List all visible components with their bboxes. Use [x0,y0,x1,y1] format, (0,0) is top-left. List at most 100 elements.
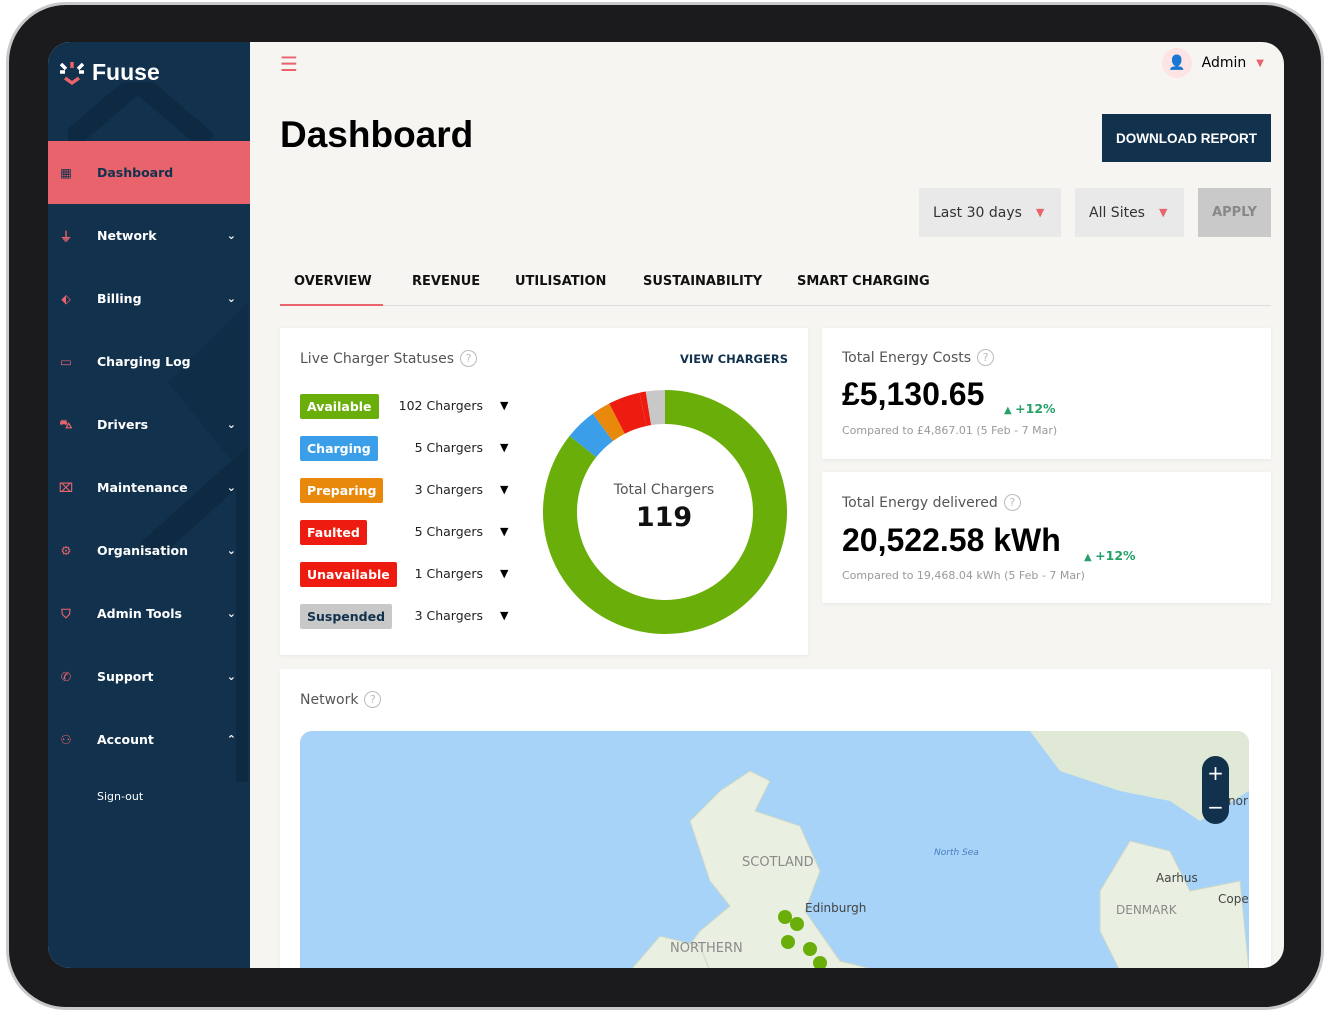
tab-overview[interactable]: OVERVIEW [280,268,383,306]
comparison-text: Compared to £4,867.01 (5 Feb - 7 Mar) [842,424,1058,437]
status-count: 102 Chargers [398,398,483,413]
expand-caret-icon[interactable]: ▼ [500,399,508,412]
donut-segment-unavailable[interactable] [639,391,652,426]
ticket-icon: ⌧ [58,480,74,495]
view-chargers-link[interactable]: VIEW CHARGERS [680,352,788,366]
tab-smart-charging[interactable]: SMART CHARGING [787,268,947,306]
arrow-up-icon: ▲ [1004,405,1016,416]
sidebar-item-label: Drivers [97,417,149,432]
sidebar-item-label: Admin Tools [97,606,182,621]
caret-down-icon: ▼ [1256,57,1264,69]
status-count: 3 Chargers [414,608,483,623]
status-badge: Faulted [300,520,367,545]
status-badge: Charging [300,436,378,461]
tab-sustainability[interactable]: SUSTAINABILITY [631,268,787,306]
shield-icon: ⛉ [61,605,71,621]
chevron-icon[interactable]: ⌄ [227,481,236,494]
avatar-icon: 👤 [1161,48,1192,78]
tag-icon: ⬖ [61,291,71,306]
map-label: DENMARK [1116,903,1177,917]
user-icon: ⚇ [60,732,72,747]
change-badge: ▲ +12% [1004,401,1056,416]
sidebar-item-dashboard[interactable]: ▦ Dashboard [48,141,250,204]
help-icon[interactable]: ? [977,349,995,366]
map-land [631,731,1249,968]
expand-caret-icon[interactable]: ▼ [500,609,508,622]
donut-segment-faulted[interactable] [609,392,648,434]
expand-caret-icon[interactable]: ▼ [500,525,508,538]
tab-revenue[interactable]: REVENUE [383,268,503,306]
map-label: nor [1228,794,1248,808]
gear-icon: ⚙ [60,543,72,558]
sign-out-link[interactable]: Sign-out [97,790,143,803]
chevron-icon[interactable]: ⌄ [227,607,236,620]
arrow-up-icon: ▲ [1084,552,1096,563]
donut-segment-suspended[interactable] [645,390,666,426]
map-label: SCOTLAND [742,855,814,870]
expand-caret-icon[interactable]: ▼ [500,441,508,454]
status-count: 3 Chargers [414,482,483,497]
sidebar-item-drivers[interactable]: ⛍ Drivers ⌄ [48,393,250,456]
status-badge: Preparing [300,478,384,503]
sidebar-item-support[interactable]: ✆ Support ⌄ [48,645,250,708]
battery-icon: ▭ [60,354,72,369]
help-icon[interactable]: ? [364,691,382,708]
sidebar-item-label: Dashboard [97,165,174,180]
sites-select[interactable]: All Sites ▼ [1075,188,1184,237]
status-count: 5 Chargers [414,524,483,539]
energy-delivered-value: 20,522.58 kWh [842,522,1061,558]
plug-icon: ⏚ [59,229,73,244]
sidebar-item-admin-tools[interactable]: ⛉ Admin Tools ⌄ [48,582,250,645]
energy-cost-value: £5,130.65 [842,376,985,412]
map-label: Edinburgh [805,901,867,915]
total-energy-delivered-card: Total Energy delivered? 20,522.58 kWh ▲ … [822,472,1271,603]
sidebar-item-maintenance[interactable]: ⌧ Maintenance ⌄ [48,456,250,519]
tab-utilisation[interactable]: UTILISATION [503,268,631,306]
chevron-icon[interactable]: ⌄ [227,670,236,683]
status-count: 1 Chargers [414,566,483,581]
sidebar-item-label: Billing [97,291,142,306]
status-row-available: Available [300,394,379,419]
change-badge: ▲ +12% [1084,548,1136,563]
donut-segment-preparing[interactable] [592,403,626,442]
network-map[interactable]: SCOTLAND Edinburgh North Sea Aarhus DENM… [300,731,1249,968]
map-label: NORTHERN [670,941,743,956]
expand-caret-icon[interactable]: ▼ [500,567,508,580]
sidebar-item-network[interactable]: ⏚ Network ⌄ [48,204,250,267]
fuuse-logo-icon [59,62,85,86]
total-chargers-label: Total Chargers [613,482,715,498]
chevron-icon[interactable]: ⌄ [227,229,236,242]
sidebar-item-account[interactable]: ⚇ Account ⌃ [48,708,250,771]
sidebar-item-label: Charging Log [97,354,191,369]
donut-segment-charging[interactable] [569,413,614,458]
chevron-icon[interactable]: ⌄ [227,292,236,305]
chevron-icon[interactable]: ⌄ [227,544,236,557]
map-label: North Sea [934,848,979,858]
menu-icon[interactable]: ☰ [280,52,298,76]
caret-down-icon: ▼ [1158,206,1168,219]
zoom-control: + − [1202,756,1229,824]
status-badge: Available [300,394,379,419]
expand-caret-icon[interactable]: ▼ [500,483,508,496]
sidebar-item-charging-log[interactable]: ▭ Charging Log [48,330,250,393]
zoom-in-button[interactable]: + [1207,761,1224,785]
total-energy-costs-card: Total Energy Costs? £5,130.65 ▲ +12% Com… [822,328,1271,459]
help-icon[interactable]: ? [1003,494,1021,511]
sidebar: Fuuse ▦ Dashboard ⏚ Network ⌄ ⬖ Billing ⌄ ▭ Charg… [48,42,250,968]
help-icon[interactable]: ? [460,350,477,367]
sidebar-item-billing[interactable]: ⬖ Billing ⌄ [48,267,250,330]
user-name: Admin [1201,55,1247,71]
map-label: Aarhus [1156,871,1198,885]
status-badge: Suspended [300,604,393,629]
apply-button[interactable]: APPLY [1198,188,1271,237]
user-menu[interactable]: 👤 Admin ▼ [1161,48,1264,78]
download-report-button[interactable]: DOWNLOAD REPORT [1102,114,1271,162]
period-select[interactable]: Last 30 days ▼ [919,188,1061,237]
chevron-icon[interactable]: ⌄ [227,418,236,431]
zoom-out-button[interactable]: − [1207,795,1224,819]
sidebar-item-organisation[interactable]: ⚙ Organisation ⌄ [48,519,250,582]
period-value: Last 30 days [933,204,1022,221]
chevron-icon[interactable]: ⌃ [227,733,236,746]
logo[interactable]: Fuuse [58,58,160,86]
status-row-suspended: Suspended [300,604,393,629]
